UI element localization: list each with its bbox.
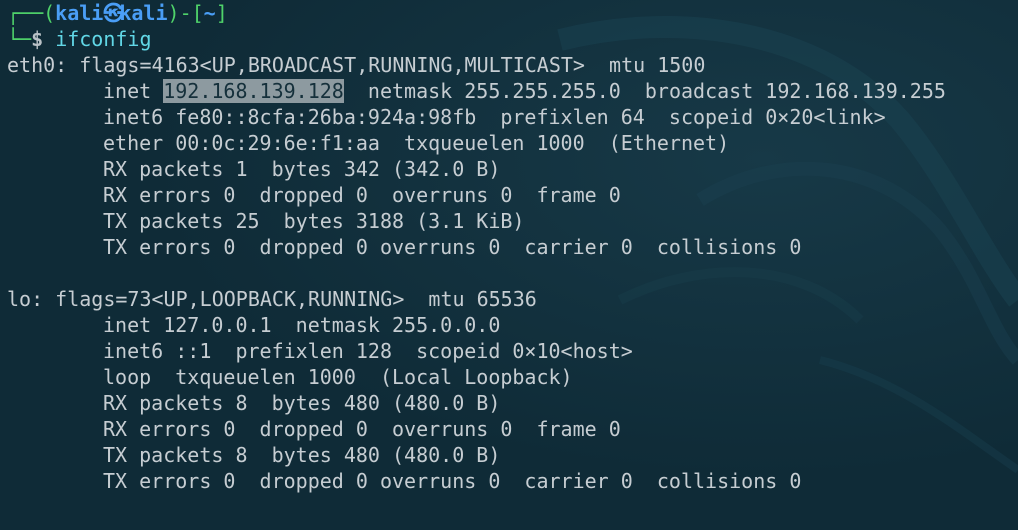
inet-address: 127.0.0.1 <box>163 313 272 337</box>
prompt-directory: ~ <box>203 1 216 25</box>
prompt-hostname: kali <box>119 1 168 25</box>
inet-label: inet <box>103 79 164 103</box>
prompt-dir-open: [ <box>191 1 204 25</box>
prompt-close-paren: ) <box>167 1 180 25</box>
kali-at-icon: ㉿ <box>103 1 124 25</box>
iface-lo-line: TX packets 8 bytes 480 (480.0 B) <box>103 443 501 467</box>
prompt-dir-close: ] <box>215 1 228 25</box>
iface-lo-line: inet6 ::1 prefixlen 128 scopeid 0×10<hos… <box>103 339 633 363</box>
prompt-open-paren: ( <box>43 1 56 25</box>
command-text: ifconfig <box>55 27 152 51</box>
iface-eth0-line: RX errors 0 dropped 0 overruns 0 frame 0 <box>103 183 621 207</box>
prompt-dash: - <box>179 1 192 25</box>
inet-rest: netmask 255.255.255.0 broadcast 192.168.… <box>343 79 946 103</box>
prompt-corner-top: ┌── <box>7 1 44 25</box>
selected-ip-address[interactable]: 192.168.139.128 <box>163 79 344 103</box>
inet-rest: netmask 255.0.0.0 <box>271 313 501 337</box>
iface-eth0-line: inet6 fe80::8cfa:26ba:924a:98fb prefixle… <box>103 105 886 129</box>
iface-eth0-inet: inet 192.168.139.128 netmask 255.255.255… <box>7 78 1012 104</box>
iface-eth0-line: TX errors 0 dropped 0 overruns 0 carrier… <box>103 235 802 259</box>
iface-lo-line: RX packets 8 bytes 480 (480.0 B) <box>103 391 501 415</box>
iface-lo-line: TX errors 0 dropped 0 overruns 0 carrier… <box>103 469 802 493</box>
prompt-dollar: $ <box>31 27 44 51</box>
iface-lo-inet: inet 127.0.0.1 netmask 255.0.0.0 <box>7 312 1012 338</box>
iface-eth0-line: RX packets 1 bytes 342 (342.0 B) <box>103 157 501 181</box>
prompt-username: kali <box>55 1 104 25</box>
inet-label: inet <box>103 313 164 337</box>
prompt-corner-bottom: └─ <box>7 27 32 51</box>
iface-lo-line: loop txqueuelen 1000 (Local Loopback) <box>103 365 573 389</box>
iface-eth0-header: eth0: flags=4163<UP,BROADCAST,RUNNING,MU… <box>7 53 706 77</box>
iface-lo-header: lo: flags=73<UP,LOOPBACK,RUNNING> mtu 65… <box>7 287 537 311</box>
iface-eth0-line: ether 00:0c:29:6e:f1:aa txqueuelen 1000 … <box>103 131 730 155</box>
prompt-line-2: └─$ ifconfig <box>7 26 1012 52</box>
iface-lo-line: RX errors 0 dropped 0 overruns 0 frame 0 <box>103 417 621 441</box>
terminal-window[interactable]: ┌──(kali㉿kali)-[~] └─$ ifconfig eth0: fl… <box>7 0 1012 530</box>
iface-eth0-line: TX packets 25 bytes 3188 (3.1 KiB) <box>103 209 525 233</box>
prompt-line-1: ┌──(kali㉿kali)-[~] <box>7 0 1012 26</box>
